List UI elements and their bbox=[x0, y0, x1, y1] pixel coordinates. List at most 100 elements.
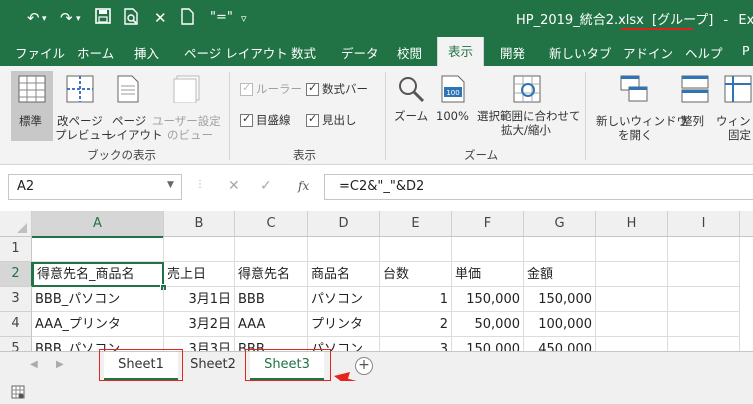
zoom-button[interactable]: ズーム bbox=[393, 71, 429, 131]
cell-i5[interactable] bbox=[668, 337, 740, 351]
cell-c1[interactable] bbox=[235, 237, 308, 262]
name-box-dropdown-icon[interactable]: ▼ bbox=[167, 180, 174, 190]
cell-h1[interactable] bbox=[596, 237, 668, 262]
cell-a2-active[interactable]: 得意先名_商品名 bbox=[32, 262, 164, 287]
cell-b3[interactable]: 3月1日 bbox=[164, 287, 235, 312]
cell-d4[interactable]: プリンタ bbox=[308, 312, 380, 337]
tab-help[interactable]: ヘルプ bbox=[685, 43, 723, 62]
macro-record-icon[interactable] bbox=[11, 385, 25, 399]
column-header-next[interactable] bbox=[740, 211, 753, 237]
cell-e3[interactable]: 1 bbox=[380, 287, 452, 312]
page-break-preview-button[interactable]: 改ページ プレビュー bbox=[55, 71, 113, 142]
row-header-3[interactable]: 3 bbox=[0, 287, 32, 312]
tab-new-tab[interactable]: 新しいタブ bbox=[549, 43, 612, 62]
tab-review[interactable]: 校閲 bbox=[397, 43, 422, 62]
customize-quick-access-icon[interactable]: ▿ bbox=[241, 12, 247, 25]
cell-b4[interactable]: 3月2日 bbox=[164, 312, 235, 337]
name-box[interactable]: A2 ▼ bbox=[8, 174, 182, 200]
cancel-icon[interactable]: ✕ bbox=[228, 178, 240, 194]
save-icon[interactable] bbox=[95, 8, 111, 28]
page-layout-button[interactable]: ページ レイアウト bbox=[105, 71, 163, 142]
cell-c3[interactable]: BBB bbox=[235, 287, 308, 312]
new-file-icon[interactable] bbox=[181, 8, 194, 29]
tab-view[interactable]: 表示 bbox=[437, 37, 485, 66]
cell-a1[interactable] bbox=[32, 237, 164, 262]
tab-overflow[interactable]: P bbox=[742, 43, 750, 58]
cell-g2[interactable]: 金額 bbox=[524, 262, 596, 287]
redo-dropdown-icon[interactable]: ▾ bbox=[76, 14, 81, 24]
row-header-2[interactable]: 2 bbox=[0, 262, 33, 287]
cell-h4[interactable] bbox=[596, 312, 668, 337]
cell-f4[interactable]: 50,000 bbox=[452, 312, 524, 337]
scroll-left-icon[interactable]: ◀ bbox=[30, 359, 38, 370]
print-preview-icon[interactable] bbox=[123, 8, 139, 29]
column-header-e[interactable]: E bbox=[380, 211, 452, 237]
redo-icon[interactable]: ↷ bbox=[60, 9, 73, 27]
cell-g1[interactable] bbox=[524, 237, 596, 262]
custom-views-button[interactable]: ユーザー設定 のビュー bbox=[152, 71, 222, 142]
cell-i3[interactable] bbox=[668, 287, 740, 312]
cell-g3[interactable]: 150,000 bbox=[524, 287, 596, 312]
tab-formulas[interactable]: 数式 bbox=[291, 43, 316, 62]
formula-bar-grip-icon[interactable]: ⋮ bbox=[195, 179, 205, 190]
tab-file[interactable]: ファイル bbox=[15, 43, 65, 62]
equals-icon[interactable]: "=" bbox=[210, 10, 233, 25]
column-header-i[interactable]: I bbox=[668, 211, 740, 237]
cell-f1[interactable] bbox=[452, 237, 524, 262]
column-header-b[interactable]: B bbox=[164, 211, 235, 237]
freeze-panes-button[interactable]: ウィンド 固定 bbox=[716, 71, 753, 141]
cell-h2[interactable] bbox=[596, 262, 668, 287]
column-header-g[interactable]: G bbox=[524, 211, 596, 237]
arrange-all-button[interactable]: 整列 bbox=[678, 71, 714, 131]
scroll-right-icon[interactable]: ▶ bbox=[56, 359, 64, 370]
cell-c2[interactable]: 得意先名 bbox=[235, 262, 308, 287]
cell-h5[interactable] bbox=[596, 337, 668, 351]
cell-d3[interactable]: パソコン bbox=[308, 287, 380, 312]
cell-f5[interactable]: 150,000 bbox=[452, 337, 524, 351]
cell-i2[interactable] bbox=[668, 262, 740, 287]
cell-e5[interactable]: 3 bbox=[380, 337, 452, 351]
cell-f3[interactable]: 150,000 bbox=[452, 287, 524, 312]
headings-checkbox[interactable]: ✓ 見出し bbox=[306, 112, 366, 129]
cell-e4[interactable]: 2 bbox=[380, 312, 452, 337]
zoom-100-button[interactable]: 100 100% bbox=[434, 71, 474, 131]
cell-b1[interactable] bbox=[164, 237, 235, 262]
column-header-f[interactable]: F bbox=[452, 211, 524, 237]
insert-function-icon[interactable]: fx bbox=[298, 179, 309, 193]
zoom-to-selection-button[interactable]: 選択範囲に合わせて 拡大/縮小 bbox=[477, 71, 581, 141]
row-header-5[interactable]: 5 bbox=[0, 337, 32, 351]
column-header-a[interactable]: A bbox=[32, 211, 164, 238]
undo-dropdown-icon[interactable]: ▾ bbox=[42, 14, 47, 24]
column-header-d[interactable]: D bbox=[308, 211, 380, 237]
cell-g5[interactable]: 450,000 bbox=[524, 337, 596, 351]
column-header-c[interactable]: C bbox=[235, 211, 308, 237]
column-header-h[interactable]: H bbox=[596, 211, 668, 237]
cell-e2[interactable]: 台数 bbox=[380, 262, 452, 287]
select-all-corner[interactable] bbox=[0, 211, 32, 237]
cell-c4[interactable]: AAA bbox=[235, 312, 308, 337]
tab-developer[interactable]: 開発 bbox=[500, 43, 525, 62]
sheet-tab-sheet2[interactable]: Sheet2 bbox=[184, 352, 242, 378]
tab-addins[interactable]: アドイン bbox=[623, 43, 673, 62]
enter-check-icon[interactable]: ✓ bbox=[260, 178, 272, 194]
new-window-button[interactable]: 新しいウィンドウ を開く bbox=[592, 71, 688, 142]
cell-i1[interactable] bbox=[668, 237, 740, 262]
cell-i4[interactable] bbox=[668, 312, 740, 337]
undo-icon[interactable]: ↶ bbox=[27, 9, 40, 27]
row-header-4[interactable]: 4 bbox=[0, 312, 32, 337]
gridlines-checkbox[interactable]: ✓ 目盛線 bbox=[240, 112, 300, 129]
cell-g4[interactable]: 100,000 bbox=[524, 312, 596, 337]
formula-input[interactable]: =C2&"_"&D2 bbox=[324, 174, 753, 200]
cell-a4[interactable]: AAA_プリンタ bbox=[32, 312, 164, 337]
normal-view-button[interactable]: 標準 bbox=[11, 71, 53, 141]
cell-h3[interactable] bbox=[596, 287, 668, 312]
cell-d2[interactable]: 商品名 bbox=[308, 262, 380, 287]
ruler-checkbox[interactable]: ✓ ルーラー bbox=[240, 81, 310, 98]
cell-a3[interactable]: BBB_パソコン bbox=[32, 287, 164, 312]
tab-home[interactable]: ホーム bbox=[77, 43, 114, 62]
cell-e1[interactable] bbox=[380, 237, 452, 262]
tab-page-layout[interactable]: ページ レイアウト bbox=[184, 43, 288, 62]
row-header-1[interactable]: 1 bbox=[0, 237, 32, 262]
cell-b2[interactable]: 売上日 bbox=[164, 262, 235, 287]
cell-f2[interactable]: 単価 bbox=[452, 262, 524, 287]
